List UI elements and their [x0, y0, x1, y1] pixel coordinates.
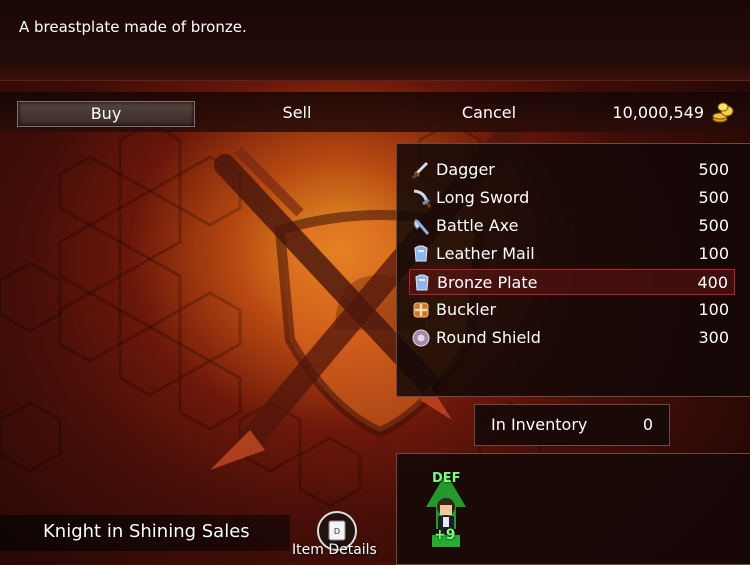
item-price: 100 — [698, 244, 729, 263]
shop-name: Knight in Shining Sales — [43, 521, 250, 542]
d-key-label: D — [334, 527, 340, 536]
round-shield-icon — [412, 329, 430, 347]
armor-icon — [414, 245, 428, 262]
gold-coins-icon — [712, 102, 734, 123]
inventory-count-window: In Inventory 0 — [474, 404, 670, 446]
item-price: 500 — [698, 160, 729, 179]
item-price: 400 — [697, 273, 728, 292]
axe-icon — [413, 218, 430, 235]
equip-status-window: DEF +9 — [396, 453, 750, 565]
item-description: A breastplate made of bronze. — [19, 18, 247, 36]
shield-cross-icon — [413, 302, 429, 318]
sell-command[interactable]: Sell — [209, 101, 385, 125]
list-item[interactable]: Long Sword 500 — [409, 185, 735, 211]
help-window: A breastplate made of bronze. — [0, 0, 750, 81]
buy-command[interactable]: Buy — [17, 101, 195, 127]
param-change: +9 — [434, 527, 456, 543]
sword-icon — [413, 189, 431, 208]
item-price: 100 — [698, 300, 729, 319]
list-item[interactable]: Dagger 500 — [409, 157, 735, 183]
list-item[interactable]: Leather Mail 100 — [409, 241, 735, 267]
list-item[interactable]: Buckler 100 — [409, 297, 735, 323]
item-name: Round Shield — [436, 328, 541, 347]
item-details-label[interactable]: Item Details — [292, 542, 377, 558]
shop-name-bar: Knight in Shining Sales — [0, 515, 290, 551]
list-item[interactable]: Battle Axe 500 — [409, 213, 735, 239]
item-name: Buckler — [436, 300, 497, 319]
item-name: Long Sword — [436, 188, 530, 207]
armor-icon — [415, 274, 429, 291]
gold-amount: 10,000,549 — [612, 103, 704, 122]
inventory-count: 0 — [642, 415, 653, 434]
param-label: DEF — [432, 471, 461, 486]
inventory-label: In Inventory — [491, 415, 588, 434]
list-item[interactable]: Round Shield 300 — [409, 325, 735, 351]
item-price: 500 — [698, 216, 729, 235]
item-name: Dagger — [436, 160, 495, 179]
item-price: 500 — [698, 188, 729, 207]
item-name: Leather Mail — [436, 244, 535, 263]
shop-item-list: Dagger 500 Long Sword 500 Battle Axe 500… — [396, 143, 750, 397]
item-price: 300 — [698, 328, 729, 347]
cancel-command[interactable]: Cancel — [401, 101, 577, 125]
item-name: Bronze Plate — [437, 273, 538, 292]
list-item-selected[interactable]: Bronze Plate 400 — [409, 269, 735, 295]
shop-command-window: Buy Sell Cancel 10,000,549 — [0, 92, 750, 132]
item-name: Battle Axe — [436, 216, 519, 235]
dagger-icon — [411, 161, 429, 180]
